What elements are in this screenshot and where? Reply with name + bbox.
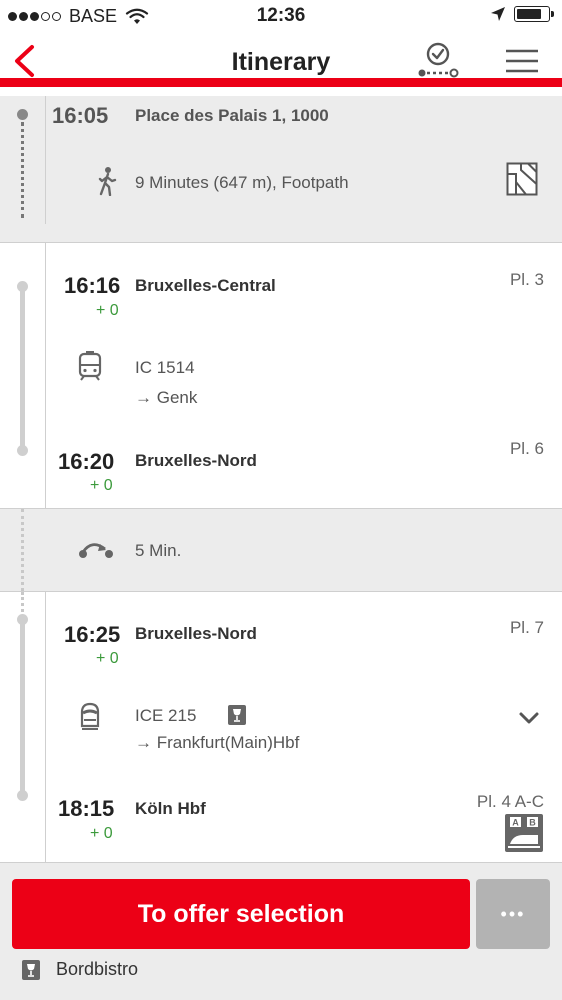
walk-section[interactable]: 16:05 Place des Palais 1, 1000 9 Minutes… — [0, 96, 562, 224]
timeline-divider — [45, 243, 46, 508]
leg-1-departure-platform: Pl. 3 — [509, 270, 544, 289]
walk-time: 16:05 — [52, 103, 109, 128]
bordbistro-label: Bordbistro — [56, 959, 139, 979]
walk-duration: 9 Minutes (647 m), Footpath — [135, 173, 349, 192]
more-dots-label: ••• — [500, 903, 526, 924]
leg-1-departure-delay: + 0 — [96, 302, 119, 319]
leg-2-arrival-station: Köln Hbf — [135, 799, 206, 818]
leg-1-direction: → Genk — [135, 388, 198, 407]
wagon-position-icon[interactable]: A B — [505, 814, 543, 852]
battery-icon — [514, 6, 554, 22]
walk-track — [21, 122, 24, 218]
leg-1-arrival-delay: + 0 — [90, 477, 113, 494]
timeline-divider — [45, 96, 46, 224]
battery-level — [517, 9, 541, 19]
walk-start-node — [17, 109, 28, 120]
leg-2-direction: → Frankfurt(Main)Hbf — [135, 733, 300, 752]
itinerary-list[interactable]: 16:05 Place des Palais 1, 1000 9 Minutes… — [0, 96, 562, 862]
more-options-button[interactable]: ••• — [476, 879, 550, 949]
section-gap — [0, 224, 562, 242]
wagon-section-a: A — [512, 818, 519, 828]
leg-1-arrival-time: 16:20 — [58, 449, 115, 474]
nav-bar: Itinerary — [0, 32, 562, 87]
clock-time: 12:36 — [256, 5, 306, 26]
bistro-glass-icon — [228, 705, 246, 725]
leg-1-departure-station: Bruxelles-Central — [135, 276, 276, 295]
timeline-divider — [45, 592, 46, 862]
transfer-duration: 5 Min. — [135, 541, 182, 560]
hamburger-menu-icon[interactable] — [504, 48, 540, 74]
chevron-down-icon[interactable] — [518, 710, 540, 726]
map-icon[interactable] — [506, 162, 538, 196]
leg-2-section[interactable]: 16:25 + 0 Bruxelles-Nord Pl. 7 ICE 215 →… — [0, 592, 562, 862]
high-speed-train-icon — [80, 702, 100, 730]
leg-1-arrival-node — [17, 445, 28, 456]
offer-selection-button[interactable]: To offer selection — [12, 879, 470, 949]
leg-1-track — [20, 287, 25, 451]
leg-2-departure-platform: Pl. 7 — [509, 618, 544, 637]
clock-connection-icon[interactable] — [416, 40, 460, 82]
leg-2-arrival-delay: + 0 — [90, 825, 113, 842]
location-arrow-icon — [491, 7, 505, 21]
walk-address: Place des Palais 1, 1000 — [135, 106, 329, 125]
transfer-section: 5 Min. — [0, 509, 562, 591]
leg-2-departure-station: Bruxelles-Nord — [135, 624, 257, 643]
footer-bar: To offer selection ••• Bordbistro — [0, 862, 562, 1000]
leg-2-departure-delay: + 0 — [96, 650, 119, 667]
status-bar: BASE 12:36 — [0, 0, 562, 32]
wagon-section-b: B — [529, 818, 536, 828]
leg-1-arrival-station: Bruxelles-Nord — [135, 451, 257, 470]
walking-person-icon — [98, 167, 117, 196]
leg-1-section[interactable]: 16:16 + 0 Bruxelles-Central Pl. 3 IC 151… — [0, 243, 562, 508]
train-icon — [78, 351, 102, 381]
transfer-track — [21, 509, 24, 591]
transfer-arrow-icon — [79, 543, 113, 558]
back-chevron-icon[interactable] — [10, 44, 40, 78]
leg-1-arrival-platform: Pl. 6 — [509, 439, 544, 458]
leg-2-arrival-platform: Pl. 4 A-C — [476, 792, 544, 811]
leg-1-train-name[interactable]: IC 1514 — [135, 358, 195, 378]
leg-2-train-name[interactable]: ICE 215 — [135, 706, 196, 726]
bistro-glass-icon — [22, 959, 40, 980]
leg-2-track — [20, 620, 25, 796]
leg-2-arrival-node — [17, 790, 28, 801]
leg-1-departure-time: 16:16 — [64, 273, 121, 298]
bordbistro-note: Bordbistro — [22, 959, 138, 980]
leg-2-departure-time: 16:25 — [64, 622, 121, 647]
leg-2-arrival-time: 18:15 — [58, 796, 115, 821]
page-title: Itinerary — [231, 48, 331, 76]
